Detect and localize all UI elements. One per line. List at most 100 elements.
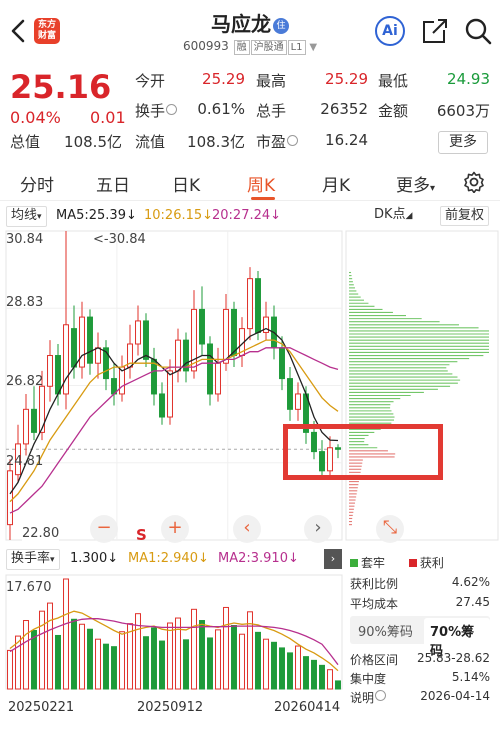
turnover-bar — [119, 631, 125, 690]
price-axis-l2: 28.83 — [6, 295, 44, 310]
turnover-bar — [71, 618, 77, 690]
mcap-label: 总值 — [10, 133, 41, 151]
zoom-in-button[interactable]: + — [161, 515, 189, 543]
stock-title: 马应龙住 600993 融沪股通 L1 ▼ — [150, 8, 350, 55]
dk-points-selector[interactable]: DK点◢ — [370, 206, 416, 225]
candle-body — [95, 347, 101, 364]
ma5-value: MA5:25.39↓ — [56, 208, 137, 223]
volume-value: 26352 — [320, 100, 368, 118]
pe-value: 16.24 — [325, 131, 368, 149]
price-axis-l4: 24.81 — [6, 454, 44, 469]
change-amount: 0.01 — [90, 108, 126, 127]
turnover-panel-collapse-button[interactable]: › — [324, 549, 342, 569]
price-axis-l3: 26.82 — [6, 374, 44, 389]
ma-type-selector[interactable]: 均线▾ — [6, 206, 47, 227]
turnover-bar — [151, 627, 157, 690]
turnover-bar — [167, 622, 173, 690]
amount-value: 6603万 — [436, 102, 490, 120]
share-icon[interactable] — [420, 16, 450, 46]
turnover-bar — [87, 628, 93, 690]
more-quote-button[interactable]: 更多 — [438, 131, 488, 154]
candle-body — [199, 308, 205, 345]
app-logo: 东方 财富 — [34, 18, 60, 44]
mcap-value: 108.5亿 — [64, 133, 122, 151]
turnover-bar — [31, 629, 37, 690]
turnover-value: 0.61% — [197, 100, 245, 118]
info-icon[interactable] — [375, 690, 387, 701]
profit-ratio-row: 获利比例 4.62% — [350, 575, 490, 591]
candle-body — [207, 343, 213, 395]
turnover-bar — [55, 634, 61, 690]
tab-weekly-k[interactable]: 周K — [247, 171, 275, 196]
note-row: 说明 2026-04-14 — [350, 689, 490, 705]
last-price: 25.16 — [10, 68, 112, 106]
chip-distribution — [349, 271, 489, 526]
turnover-bar — [191, 608, 197, 690]
float-label: 流值 — [135, 133, 166, 151]
chip-tab-90[interactable]: 90%筹码 — [358, 621, 413, 640]
turnover-selector[interactable]: 换手率▾ — [6, 549, 60, 570]
amount-label: 金额 — [378, 102, 409, 120]
quote-panel: 25.16 0.04% 0.01 今开 25.29 最高 25.29 最低 24… — [0, 62, 500, 158]
tab-intraday[interactable]: 分时 — [20, 171, 54, 196]
profit-legend: 获利 — [419, 556, 444, 570]
settings-gear-icon[interactable] — [463, 171, 485, 193]
info-icon[interactable] — [166, 104, 178, 115]
turnover-value: 1.300↓ — [70, 551, 119, 566]
chevron-down-icon[interactable]: ▼ — [309, 42, 317, 53]
scroll-right-button[interactable]: › — [304, 515, 332, 543]
turnover-bar — [303, 656, 309, 690]
turnover-bar — [7, 649, 13, 690]
back-arrow-icon[interactable] — [8, 18, 30, 44]
caret-down-icon: ▾ — [430, 183, 436, 194]
trap-legend: 套牢 — [361, 556, 386, 570]
candle-body — [167, 370, 173, 418]
s-marker: S — [136, 526, 147, 544]
avg-cost-row: 平均成本 27.45 — [350, 595, 490, 611]
trap-swatch — [350, 559, 358, 567]
low-value: 24.93 — [447, 70, 490, 88]
open-value: 25.29 — [202, 70, 245, 88]
change-percent: 0.04% — [10, 108, 61, 127]
turnover-axis-max: 17.670 — [6, 580, 52, 595]
date-mid: 20250912 — [137, 700, 204, 715]
candle-body — [143, 320, 149, 360]
candle-body — [31, 408, 37, 433]
ai-assistant-icon[interactable]: Ai — [375, 16, 405, 46]
max-price-marker: <-30.84 — [93, 232, 146, 247]
search-icon[interactable] — [463, 16, 493, 46]
low-label: 最低 — [378, 72, 409, 90]
info-icon[interactable] — [287, 135, 299, 146]
candle-body — [215, 362, 221, 395]
tag-level: L1 — [287, 40, 306, 55]
turnover-bar — [143, 636, 149, 690]
candle-body — [231, 308, 237, 357]
tab-five-day[interactable]: 五日 — [96, 171, 130, 196]
candle-body — [55, 355, 61, 395]
adjust-type-button[interactable]: 前复权 — [440, 206, 490, 226]
open-label: 今开 — [135, 72, 166, 90]
ma10-value: 10:26.15↓ — [144, 208, 214, 223]
scroll-left-button[interactable]: ‹ — [233, 515, 261, 543]
zoom-out-button[interactable]: − — [90, 515, 118, 543]
turnover-bar — [39, 610, 45, 690]
price-axis-bottom: 22.80 — [22, 526, 60, 541]
date-end: 20260414 — [274, 700, 341, 715]
turnover-bar — [239, 633, 245, 690]
turnover-bar — [23, 620, 29, 690]
tab-daily-k[interactable]: 日K — [172, 171, 200, 196]
turnover-bar — [295, 645, 301, 690]
turnover-bar — [127, 623, 133, 690]
volume-label: 总手 — [256, 102, 287, 120]
turnover-bar — [223, 606, 229, 690]
candle-body — [247, 278, 253, 330]
stock-name: 马应龙 — [211, 12, 271, 36]
tag-margin: 融 — [233, 40, 250, 55]
tab-more[interactable]: 更多▾ — [396, 171, 435, 196]
turnover-bar — [47, 602, 53, 690]
chip-stats-panel: 套牢 获利 获利比例 4.62% 平均成本 27.45 90%筹码 70%筹码 价格… — [346, 548, 500, 708]
tab-monthly-k[interactable]: 月K — [322, 171, 350, 196]
top-bar: 东方 财富 马应龙住 600993 融沪股通 L1 ▼ Ai — [0, 0, 500, 62]
candle-body — [287, 378, 293, 410]
expand-icon[interactable]: ⤡ — [376, 515, 404, 543]
